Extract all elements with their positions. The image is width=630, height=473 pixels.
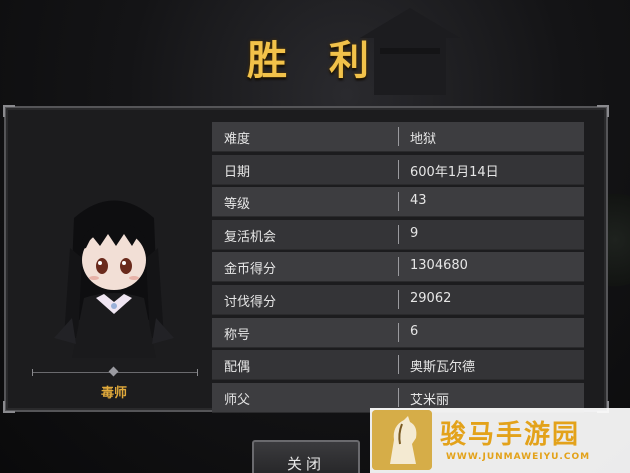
stat-label: 讨伐得分 [224, 294, 277, 310]
stat-label: 难度 [224, 132, 251, 147]
divider-cap [197, 369, 198, 376]
stat-label: 师父 [224, 392, 251, 408]
victory-title: 胜 利 [247, 38, 383, 84]
stat-row-conquest-score: 讨伐得分 29062 [212, 284, 584, 315]
stat-value: 奥斯瓦尔德 [410, 360, 476, 376]
stat-row-gold-score: 金币得分 1304680 [212, 252, 584, 283]
stat-label: 称号 [224, 327, 251, 343]
stat-value: 6 [410, 323, 419, 339]
stat-separator [398, 127, 399, 146]
watermark-title: 骏马手游园 [440, 420, 581, 450]
stat-row-date: 日期 600年1月14日 [212, 154, 584, 185]
watermark-url: WWW.JUNMAWEIYU.COM [446, 452, 591, 462]
character-name: 毒师 [100, 386, 127, 401]
stat-value: 29062 [410, 290, 452, 306]
divider-cap [32, 369, 33, 376]
horse-logo-icon [372, 410, 432, 470]
site-watermark: 骏马手游园 WWW.JUNMAWEIYU.COM [370, 408, 630, 473]
stat-value: 9 [410, 225, 419, 241]
character-portrait [54, 200, 174, 358]
stat-separator [398, 159, 399, 179]
stat-label: 等级 [224, 197, 251, 213]
stat-row-level: 等级 43 [212, 187, 584, 218]
stat-separator [398, 322, 399, 342]
stat-row-title: 称号 6 [212, 317, 584, 348]
close-button[interactable]: 关闭 [252, 440, 360, 473]
stat-label: 日期 [224, 164, 251, 180]
stat-value: 1304680 [410, 258, 468, 274]
game-screen: 胜 利 毒师 难度 地狱 日期 600年1月14日 等级 43 复活机会 9 金… [0, 0, 630, 473]
stat-separator [398, 224, 399, 244]
stat-row-difficulty: 难度 地狱 [212, 122, 584, 152]
panel-corner [597, 105, 609, 117]
stat-value: 地狱 [410, 132, 437, 147]
panel-corner [3, 401, 15, 413]
divider-gem-icon [108, 366, 119, 377]
stat-value: 艾米丽 [410, 392, 450, 408]
stat-label: 复活机会 [224, 229, 277, 245]
panel-corner [3, 105, 15, 117]
character-portrait-area: 毒师 [24, 118, 204, 404]
stat-separator [398, 355, 399, 375]
stat-separator [398, 257, 399, 277]
stat-separator [398, 387, 399, 407]
stat-row-revives: 复活机会 9 [212, 219, 584, 250]
stat-row-spouse: 配偶 奥斯瓦尔德 [212, 350, 584, 381]
stat-separator [398, 192, 399, 212]
result-panel: 毒师 难度 地狱 日期 600年1月14日 等级 43 复活机会 9 金币得分 … [3, 105, 609, 415]
stat-value: 600年1月14日 [410, 164, 499, 180]
stat-label: 配偶 [224, 360, 251, 376]
stat-separator [398, 289, 399, 309]
stat-label: 金币得分 [224, 262, 277, 278]
stat-value: 43 [410, 193, 427, 209]
stats-table: 难度 地狱 日期 600年1月14日 等级 43 复活机会 9 金币得分 130… [212, 122, 584, 415]
